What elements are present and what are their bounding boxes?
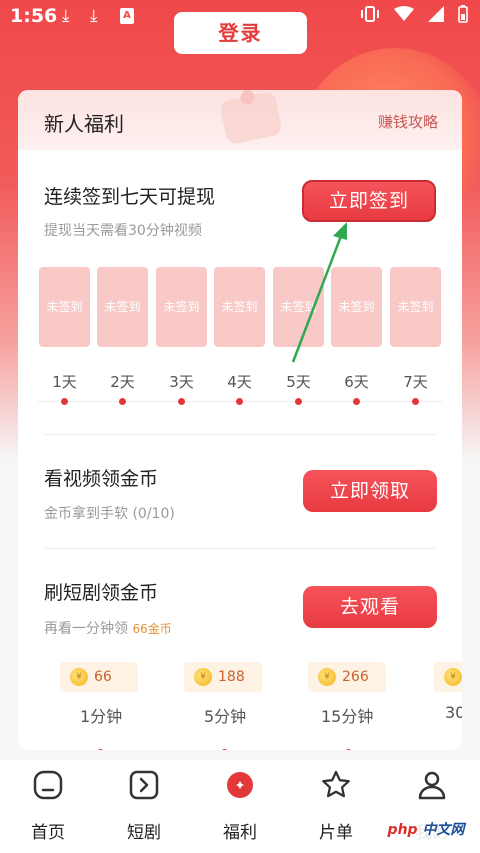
star-icon xyxy=(322,770,350,798)
home-icon xyxy=(33,770,63,800)
watermark-text: 中文网 xyxy=(422,822,465,838)
annotation-arrow xyxy=(291,222,347,363)
tab-label: 首页 xyxy=(31,823,65,843)
watermark-brand: php xyxy=(387,822,418,838)
play-icon xyxy=(129,770,159,800)
tab-playlist[interactable]: 片单 xyxy=(296,768,376,843)
tab-home[interactable]: 首页 xyxy=(8,768,88,843)
tab-drama[interactable]: 短剧 xyxy=(104,768,184,843)
welfare-icon xyxy=(227,772,253,798)
profile-icon xyxy=(418,771,446,800)
tab-label: 短剧 xyxy=(127,823,161,843)
site-watermark: php 中文网 xyxy=(380,815,472,845)
tab-label: 福利 xyxy=(223,823,257,843)
tab-welfare[interactable]: 福利 xyxy=(200,768,280,843)
tab-label: 片单 xyxy=(319,823,353,843)
bottom-tab-bar: 首页 短剧 福利 片单 我的 php 中文网 xyxy=(0,760,480,853)
